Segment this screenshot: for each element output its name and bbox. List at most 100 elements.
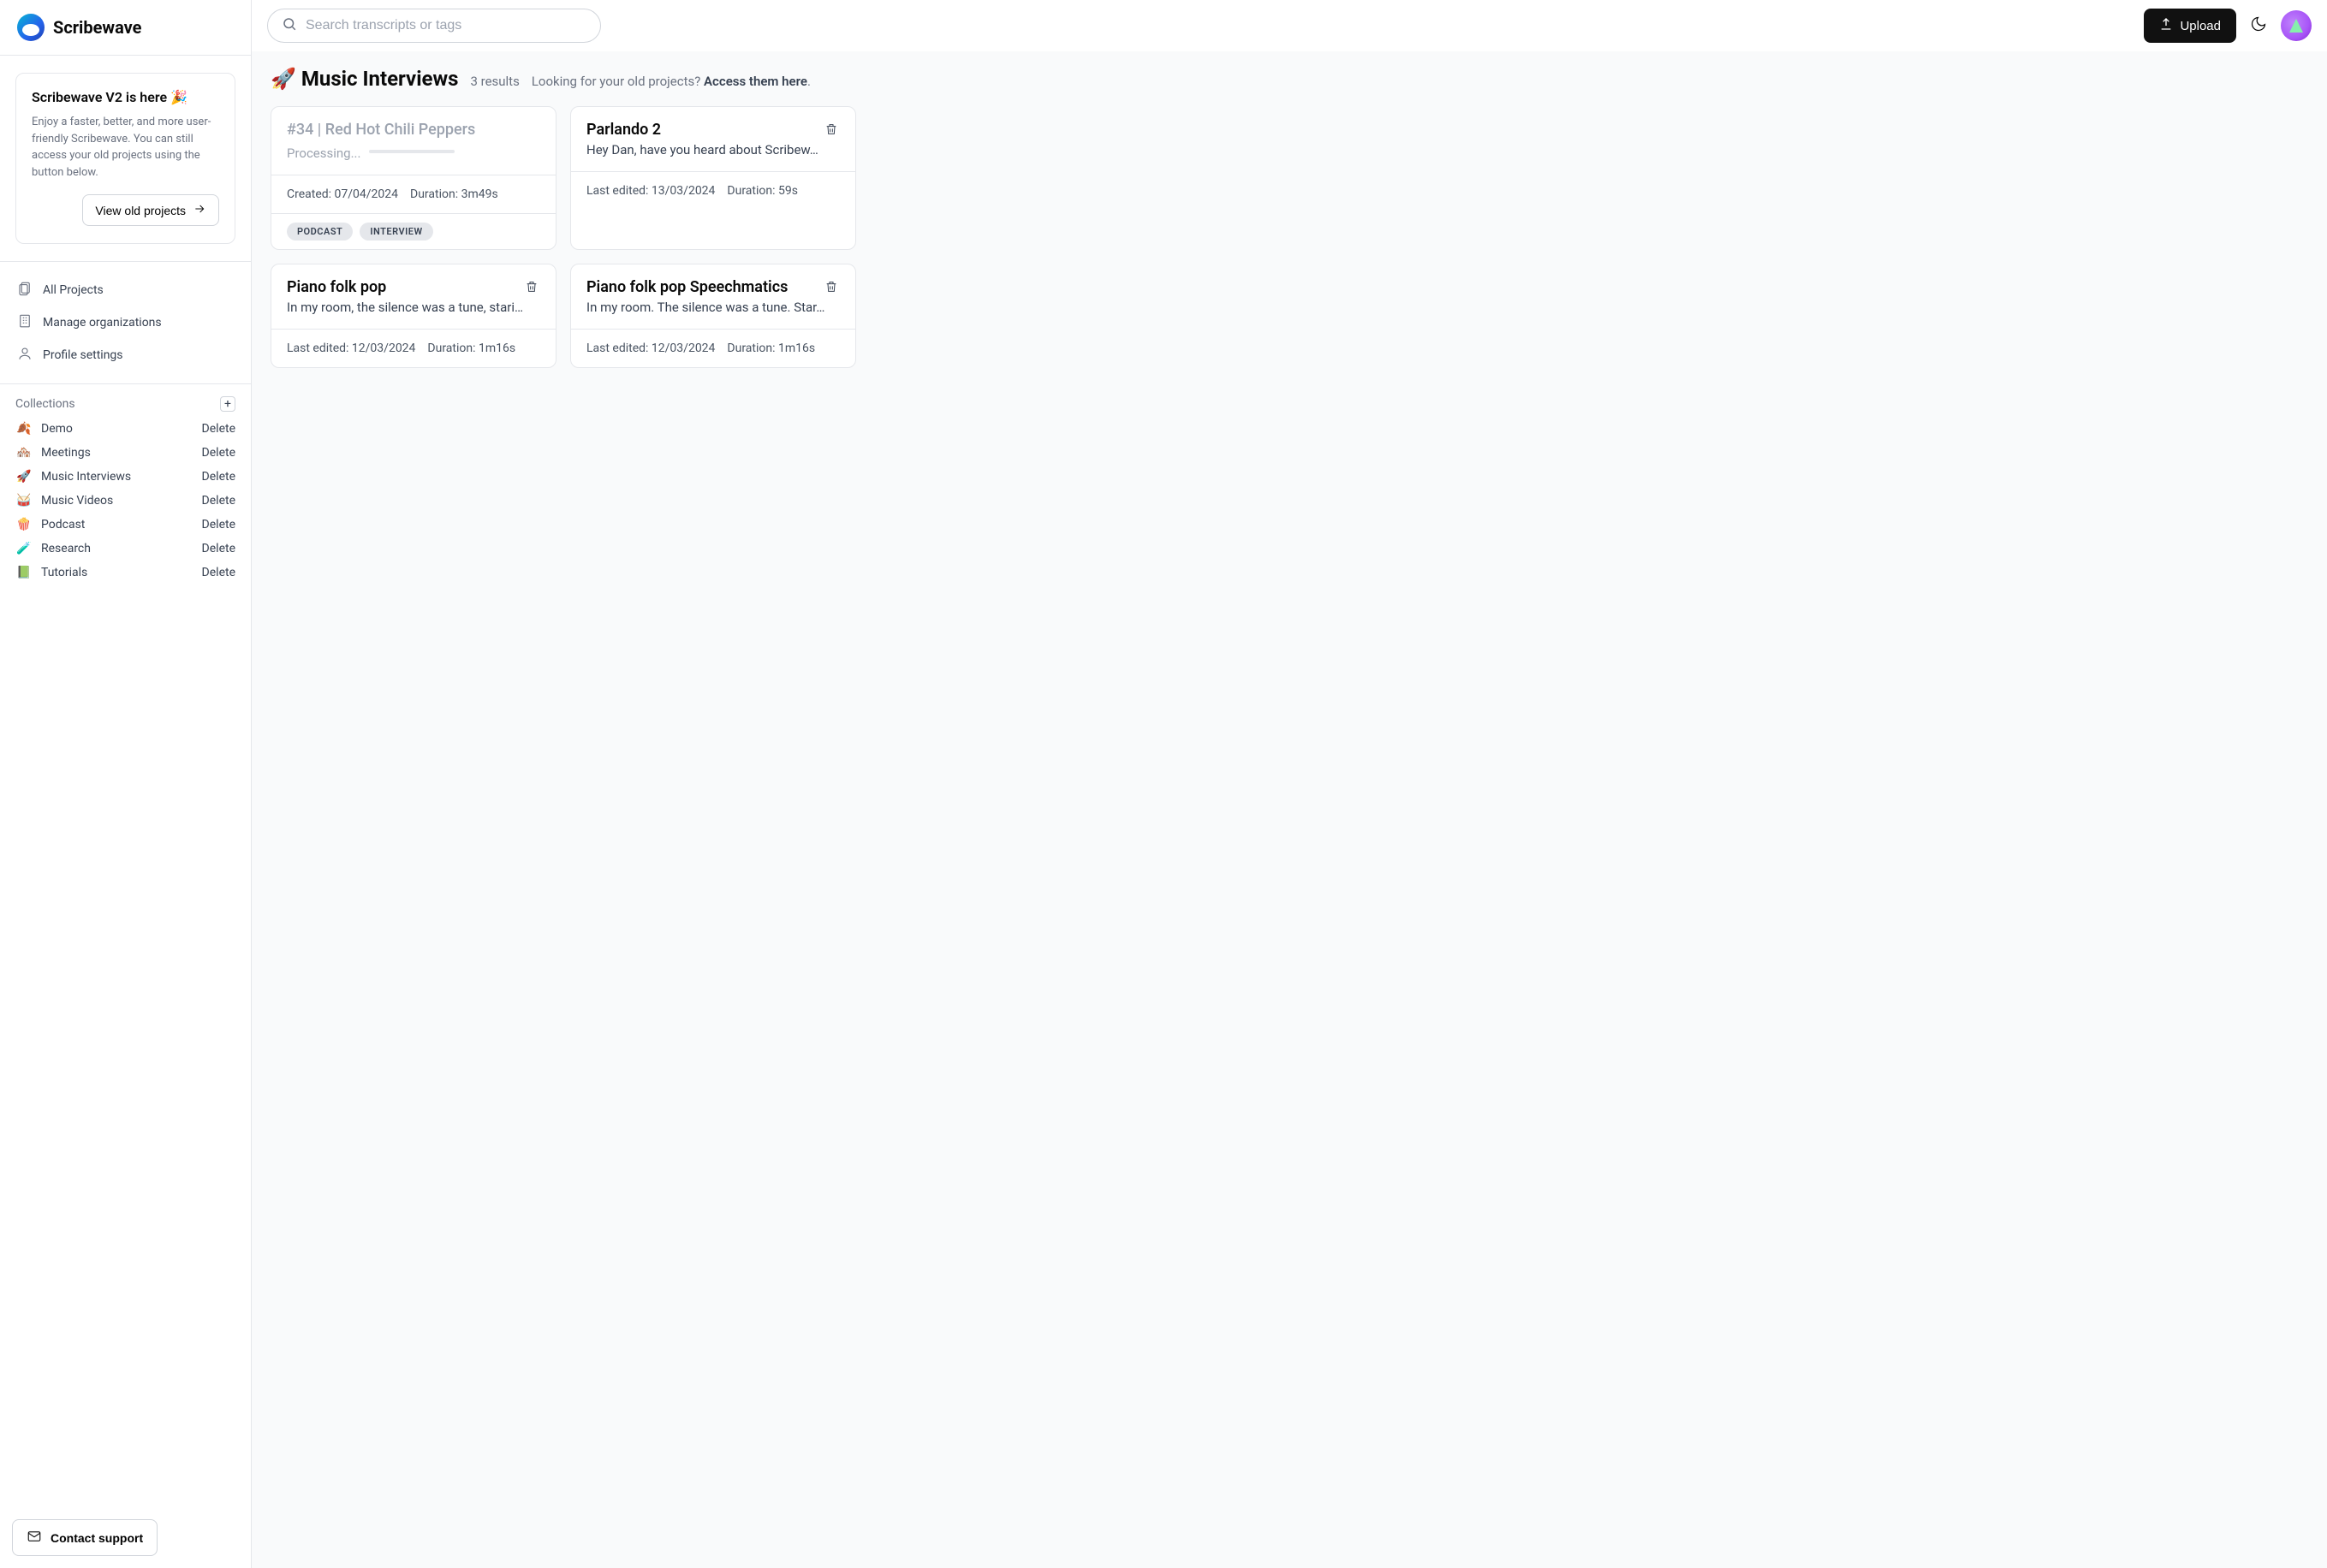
collection-delete-button[interactable]: Delete bbox=[202, 542, 235, 555]
upload-label: Upload bbox=[2180, 19, 2221, 33]
nav-label: Profile settings bbox=[43, 348, 123, 362]
upload-icon bbox=[2159, 17, 2173, 34]
collection-delete-button[interactable]: Delete bbox=[202, 566, 235, 579]
user-icon bbox=[17, 346, 33, 365]
transcript-card[interactable]: Piano folk pop Speechmatics In my room. … bbox=[570, 264, 856, 368]
collection-item[interactable]: 🥁 Music Videos Delete bbox=[0, 489, 251, 513]
collection-emoji-icon: 🥁 bbox=[15, 494, 33, 508]
logo-icon bbox=[17, 14, 45, 41]
brand-name: Scribewave bbox=[53, 17, 141, 38]
nav-profile-settings[interactable]: Profile settings bbox=[0, 339, 251, 371]
main: Upload 🚀 Music Interviews 3 results Look… bbox=[252, 0, 2327, 1568]
tag[interactable]: INTERVIEW bbox=[360, 223, 432, 241]
old-projects-prompt: Looking for your old projects? Access th… bbox=[532, 74, 811, 89]
collection-delete-button[interactable]: Delete bbox=[202, 518, 235, 532]
collection-name: Music Interviews bbox=[41, 470, 131, 484]
add-collection-button[interactable]: + bbox=[220, 396, 235, 412]
nav-manage-organizations[interactable]: Manage organizations bbox=[0, 306, 251, 339]
card-meta: Last edited: 13/03/2024 Duration: 59s bbox=[571, 171, 855, 210]
moon-icon bbox=[2250, 15, 2267, 36]
progress-bar bbox=[369, 150, 455, 153]
processing-label: Processing... bbox=[287, 146, 360, 161]
transcript-card[interactable]: Piano folk pop In my room, the silence w… bbox=[271, 264, 556, 368]
card-meta: Created: 07/04/2024 Duration: 3m49s bbox=[271, 175, 556, 213]
collection-name: Tutorials bbox=[41, 566, 87, 579]
meta-edited: Last edited: 12/03/2024 bbox=[287, 342, 415, 355]
collection-name: Research bbox=[41, 542, 91, 555]
trash-icon bbox=[525, 281, 539, 297]
card-subtitle: Hey Dan, have you heard about Scribew… bbox=[586, 142, 840, 157]
collection-name: Meetings bbox=[41, 446, 91, 460]
search-icon bbox=[282, 16, 297, 35]
card-title: Parlando 2 bbox=[586, 121, 661, 139]
collection-delete-button[interactable]: Delete bbox=[202, 494, 235, 508]
card-subtitle: In my room, the silence was a tune, star… bbox=[287, 300, 540, 315]
card-meta: Last edited: 12/03/2024 Duration: 1m16s bbox=[271, 329, 556, 367]
collection-delete-button[interactable]: Delete bbox=[202, 446, 235, 460]
card-title: Piano folk pop bbox=[287, 278, 386, 296]
view-old-projects-label: View old projects bbox=[95, 204, 186, 217]
arrow-right-icon bbox=[193, 202, 206, 218]
delete-card-button[interactable] bbox=[525, 280, 540, 295]
sidebar-header: Scribewave bbox=[0, 0, 251, 56]
nav-label: Manage organizations bbox=[43, 316, 162, 330]
collection-item[interactable]: 🏘️ Meetings Delete bbox=[0, 441, 251, 465]
collection-item[interactable]: 🍂DemoDelete bbox=[0, 417, 251, 441]
search-input[interactable] bbox=[306, 18, 586, 33]
theme-toggle[interactable] bbox=[2248, 15, 2269, 36]
results-count: 3 results bbox=[470, 74, 519, 89]
collection-delete-button[interactable]: Delete bbox=[202, 470, 235, 484]
meta-duration: Duration: 1m16s bbox=[727, 342, 815, 355]
meta-duration: Duration: 59s bbox=[727, 184, 798, 198]
topbar: Upload bbox=[252, 0, 2327, 51]
collection-item[interactable]: 🍿 Podcast Delete bbox=[0, 513, 251, 537]
card-title: Piano folk pop Speechmatics bbox=[586, 278, 788, 296]
search-field[interactable] bbox=[267, 9, 601, 43]
promo-body: Enjoy a faster, better, and more user-fr… bbox=[32, 114, 219, 181]
contact-support-button[interactable]: Contact support bbox=[12, 1519, 158, 1556]
building-icon bbox=[17, 313, 33, 332]
collection-item[interactable]: 🧪 Research Delete bbox=[0, 537, 251, 561]
delete-card-button[interactable] bbox=[824, 122, 840, 138]
trash-icon bbox=[824, 281, 838, 297]
collection-emoji-icon: 🍿 bbox=[15, 518, 33, 532]
promo-card: Scribewave V2 is here 🎉 Enjoy a faster, … bbox=[15, 73, 235, 244]
upload-button[interactable]: Upload bbox=[2144, 9, 2236, 43]
collection-delete-button[interactable]: Delete bbox=[202, 422, 235, 436]
transcript-card[interactable]: Parlando 2 Hey Dan, have you heard about… bbox=[570, 106, 856, 250]
view-old-projects-button[interactable]: View old projects bbox=[82, 194, 219, 226]
collection-emoji-icon: 🧪 bbox=[15, 542, 33, 555]
meta-duration: Duration: 3m49s bbox=[410, 187, 498, 201]
trash-icon bbox=[824, 123, 838, 140]
collection-emoji-icon: 🍂 bbox=[15, 422, 33, 436]
documents-icon bbox=[17, 281, 33, 300]
page-title-text: Music Interviews bbox=[301, 67, 459, 91]
collection-item[interactable]: 🚀Music InterviewsDelete bbox=[0, 465, 251, 489]
meta-created: Created: 07/04/2024 bbox=[287, 187, 398, 201]
collection-item[interactable]: 📗 Tutorials Delete bbox=[0, 561, 251, 585]
access-old-projects-link[interactable]: Access them here bbox=[704, 74, 807, 89]
collection-name: Music Videos bbox=[41, 494, 113, 508]
delete-card-button[interactable] bbox=[824, 280, 840, 295]
page-title: 🚀 Music Interviews bbox=[271, 67, 458, 91]
transcript-card[interactable]: #34 | Red Hot Chili Peppers Processing..… bbox=[271, 106, 556, 250]
collection-emoji-icon: 🏘️ bbox=[15, 446, 33, 460]
tag[interactable]: PODCAST bbox=[287, 223, 353, 241]
card-title: #34 | Red Hot Chili Peppers bbox=[287, 121, 475, 139]
card-meta: Last edited: 12/03/2024 Duration: 1m16s bbox=[571, 329, 855, 367]
sidebar-footer: Contact support bbox=[0, 1507, 251, 1568]
meta-edited: Last edited: 13/03/2024 bbox=[586, 184, 715, 198]
content: 🚀 Music Interviews 3 results Looking for… bbox=[252, 51, 2327, 1568]
nav-all-projects[interactable]: All Projects bbox=[0, 274, 251, 306]
collections-label: Collections bbox=[15, 397, 75, 411]
meta-duration: Duration: 1m16s bbox=[427, 342, 515, 355]
card-subtitle: In my room. The silence was a tune. Star… bbox=[586, 300, 840, 315]
collections-section: Collections + 🍂DemoDelete 🏘️ Meetings Delet… bbox=[0, 383, 251, 1507]
avatar[interactable] bbox=[2281, 10, 2312, 41]
nav-label: All Projects bbox=[43, 283, 104, 297]
mail-icon bbox=[27, 1529, 42, 1547]
collection-emoji-icon: 📗 bbox=[15, 566, 33, 579]
promo-title: Scribewave V2 is here 🎉 bbox=[32, 89, 219, 105]
page-header: 🚀 Music Interviews 3 results Looking for… bbox=[271, 67, 2308, 91]
collection-name: Podcast bbox=[41, 518, 85, 532]
